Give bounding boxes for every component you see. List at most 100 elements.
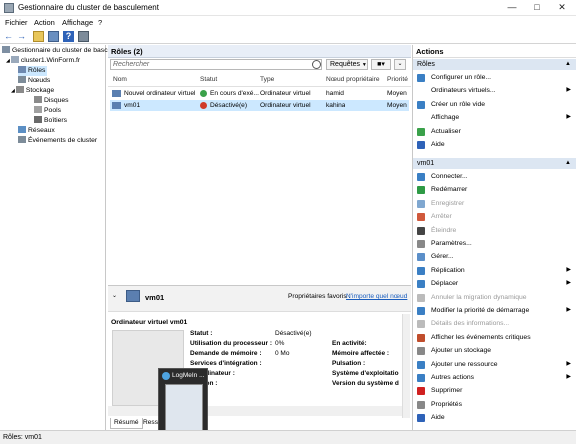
- action-icon: [417, 387, 425, 396]
- menu-help[interactable]: ?: [98, 18, 102, 27]
- preferred-owners-link[interactable]: N'importe quel nœud: [346, 293, 407, 300]
- action-item[interactable]: Ajouter un stockage: [413, 345, 576, 356]
- action-item[interactable]: Autres actions ▶: [413, 372, 576, 383]
- save-query-button[interactable]: ■▾: [371, 59, 391, 70]
- action-item[interactable]: Actualiser: [413, 126, 576, 137]
- action-item[interactable]: Modifier la priorité de démarrage ▶: [413, 305, 576, 316]
- actions-section-roles[interactable]: Rôles ▲: [413, 59, 576, 70]
- detail-label: Demande de mémoire :: [190, 350, 262, 357]
- detail-label: Mémoire affectée :: [332, 350, 390, 357]
- menu-action[interactable]: Action: [34, 18, 55, 27]
- tree-item-roles[interactable]: Rôles: [18, 66, 48, 76]
- events-icon: [18, 136, 26, 143]
- action-item[interactable]: Ajouter une ressource ▶: [413, 359, 576, 370]
- action-icon: [417, 74, 425, 82]
- navigation-tree: Gestionnaire du cluster de basc ◢ cluster…: [0, 45, 108, 430]
- detail-label: Utilisation du processeur :: [190, 340, 272, 347]
- action-item[interactable]: Créer un rôle vide: [413, 99, 576, 110]
- search-input[interactable]: Rechercher: [110, 59, 322, 70]
- menu-fichier[interactable]: Fichier: [5, 18, 28, 27]
- back-icon[interactable]: ←: [3, 31, 14, 42]
- action-item[interactable]: Affichage ▶: [413, 112, 576, 123]
- action-item[interactable]: Paramètres...: [413, 238, 576, 249]
- maximize-button[interactable]: □: [527, 0, 547, 16]
- action-icon: [417, 280, 425, 289]
- action-label: Configurer un rôle...: [431, 74, 492, 81]
- action-icon: [417, 414, 425, 423]
- action-item[interactable]: Connecter...: [413, 171, 576, 182]
- folder-up-icon[interactable]: [33, 31, 44, 42]
- tree-cluster[interactable]: ◢ cluster1.WinForm.fr: [6, 56, 80, 66]
- table-row[interactable]: vm01 Désactivé(e) Ordinateur virtuel kah…: [110, 100, 409, 111]
- vm-icon: [112, 90, 121, 97]
- tree-item-storage[interactable]: ◢ Stockage: [11, 86, 54, 96]
- cluster-icon: [10, 56, 19, 63]
- action-label: Déplacer: [431, 280, 459, 288]
- action-item[interactable]: Déplacer ▶: [413, 278, 576, 289]
- close-button[interactable]: ✕: [552, 0, 572, 16]
- detail-scrollbar[interactable]: [402, 314, 410, 418]
- app-icon: [4, 3, 14, 13]
- detail-hscrollbar[interactable]: [108, 406, 402, 416]
- action-item[interactable]: Ordinateurs virtuels... ▶: [413, 85, 576, 96]
- action-icon: [417, 240, 425, 248]
- title-bar: Gestionnaire du cluster de basculement —…: [0, 0, 576, 16]
- action-item[interactable]: Gérer...: [413, 251, 576, 262]
- action-label: Modifier la priorité de démarrage: [431, 307, 530, 314]
- action-item[interactable]: Redémarrer: [413, 184, 576, 195]
- actions-section-vm[interactable]: vm01 ▲: [413, 158, 576, 169]
- action-label: Enregistrer: [431, 199, 465, 207]
- detail-label: Système d'exploitatio: [332, 370, 399, 377]
- menu-bar: Fichier Action Affichage ?: [0, 16, 576, 29]
- action-item[interactable]: Supprimer: [413, 385, 576, 396]
- minimize-button[interactable]: —: [502, 0, 522, 16]
- tree-item-enclosures[interactable]: Boîtiers: [34, 116, 67, 126]
- action-icon: [417, 253, 425, 262]
- tree-item-networks[interactable]: Réseaux: [18, 126, 55, 136]
- action-label: Redémarrer: [431, 186, 468, 194]
- column-owner[interactable]: Nœud propriétaire: [326, 76, 380, 86]
- tree-item-pools[interactable]: Pools: [34, 106, 61, 116]
- tree-root[interactable]: Gestionnaire du cluster de basc: [2, 46, 108, 56]
- action-item[interactable]: Propriétés: [413, 399, 576, 410]
- tree-item-nodes[interactable]: Nœuds: [18, 76, 50, 86]
- network-icon: [18, 126, 26, 133]
- dropdown-icon: ▼: [361, 62, 367, 68]
- action-item[interactable]: Aide: [413, 139, 576, 150]
- console-tree-icon[interactable]: [48, 31, 59, 42]
- collapse-section-icon[interactable]: ▲: [565, 59, 571, 70]
- action-icon: [417, 307, 425, 315]
- action-icon: [417, 374, 425, 382]
- action-icon: [417, 173, 425, 181]
- column-status[interactable]: Statut: [200, 76, 217, 86]
- action-item[interactable]: Réplication ▶: [413, 265, 576, 276]
- action-item: Arrêter: [413, 211, 576, 222]
- column-name[interactable]: Nom: [113, 76, 127, 86]
- submenu-arrow-icon: ▶: [566, 87, 571, 94]
- search-icon[interactable]: [312, 60, 321, 69]
- collapse-detail-icon[interactable]: ⌄: [112, 292, 117, 299]
- submenu-arrow-icon: ▶: [566, 360, 571, 367]
- detail-value: 0%: [275, 340, 285, 347]
- tab-summary[interactable]: Résumé: [110, 418, 143, 429]
- toolbar: ← → ?: [0, 29, 576, 44]
- panel-icon[interactable]: [78, 31, 89, 42]
- forward-icon[interactable]: →: [16, 31, 27, 42]
- collapse-section-icon[interactable]: ▲: [565, 158, 571, 169]
- collapse-button[interactable]: ⌄: [394, 59, 406, 70]
- table-row[interactable]: Nouvel ordinateur virtuel En cours d'exé…: [110, 88, 409, 99]
- column-type[interactable]: Type: [260, 76, 274, 86]
- menu-affichage[interactable]: Affichage: [62, 18, 93, 27]
- column-priority[interactable]: Priorité: [387, 76, 408, 86]
- action-item[interactable]: Afficher les événements critiques: [413, 332, 576, 343]
- action-item[interactable]: Aide: [413, 412, 576, 423]
- action-label: Ajouter une ressource: [431, 360, 498, 368]
- vm-icon: [112, 102, 121, 109]
- tree-item-disks[interactable]: Disques: [34, 96, 69, 106]
- action-item[interactable]: Configurer un rôle...: [413, 72, 576, 83]
- tree-item-events[interactable]: Événements de cluster: [18, 136, 97, 146]
- roles-icon: [18, 66, 26, 73]
- action-label: Supprimer: [431, 387, 463, 395]
- help-icon[interactable]: ?: [63, 31, 74, 42]
- requests-button[interactable]: Requêtes ▼: [326, 59, 368, 70]
